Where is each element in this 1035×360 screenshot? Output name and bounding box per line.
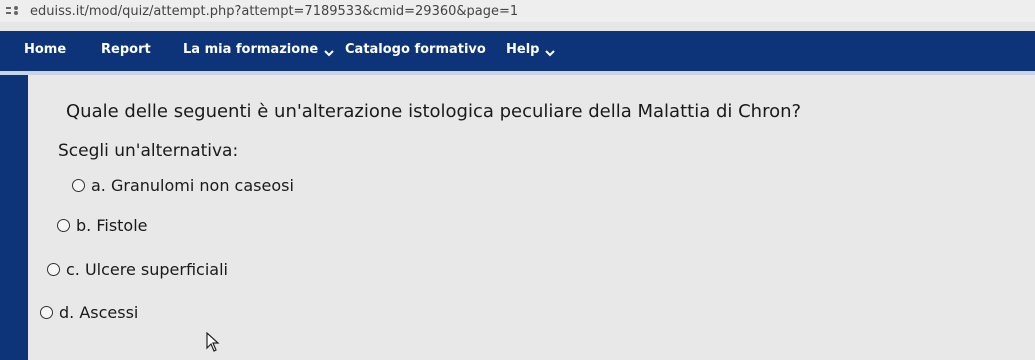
radio-button-icon[interactable] <box>40 306 53 319</box>
nav-item-report[interactable]: Report <box>101 42 151 57</box>
nav-item-label: Help <box>506 42 540 57</box>
nav-item-home[interactable]: Home <box>24 42 66 57</box>
nav-item-help[interactable]: Help <box>506 42 556 57</box>
nav-item-la-mia-formazione[interactable]: La mia formazione <box>183 42 334 57</box>
nav-item-label: La mia formazione <box>183 42 319 57</box>
answer-option-b[interactable]: b. Fistole <box>57 216 148 235</box>
site-info-icon[interactable] <box>6 6 20 16</box>
chevron-down-icon <box>545 46 556 56</box>
radio-button-icon[interactable] <box>47 263 60 276</box>
browser-address-bar[interactable]: eduiss.it/mod/quiz/attempt.php?attempt=7… <box>0 0 1035 22</box>
nav-item-label: Home <box>24 42 67 57</box>
answer-option-d[interactable]: d. Ascessi <box>40 303 138 322</box>
answer-prompt: Scegli un'alternativa: <box>58 141 239 161</box>
nav-item-label: Report <box>101 42 151 57</box>
chevron-down-icon <box>324 46 334 56</box>
nav-item-label: Catalogo formativo <box>345 42 486 57</box>
answer-option-label: d. Ascessi <box>59 303 139 322</box>
answer-option-label: a. Granulomi non caseosi <box>91 176 294 195</box>
radio-button-icon[interactable] <box>72 179 85 192</box>
answer-option-label: b. Fistole <box>76 216 148 235</box>
quiz-question-panel: Quale delle seguenti è un'alterazione is… <box>28 75 1035 360</box>
answer-option-label: c. Ulcere superficiali <box>66 260 228 279</box>
left-drawer-bar <box>0 75 28 360</box>
url-text[interactable]: eduiss.it/mod/quiz/attempt.php?attempt=7… <box>30 4 518 19</box>
answer-option-c[interactable]: c. Ulcere superficiali <box>47 260 228 279</box>
mouse-pointer-icon <box>206 331 220 352</box>
nav-item-catalogo-formativo[interactable]: Catalogo formativo <box>345 42 486 57</box>
answer-option-a[interactable]: a. Granulomi non caseosi <box>72 176 294 195</box>
radio-button-icon[interactable] <box>57 219 70 232</box>
question-text: Quale delle seguenti è un'alterazione is… <box>66 101 802 122</box>
main-navbar: Home Report La mia formazione Catalogo f… <box>0 31 1035 71</box>
